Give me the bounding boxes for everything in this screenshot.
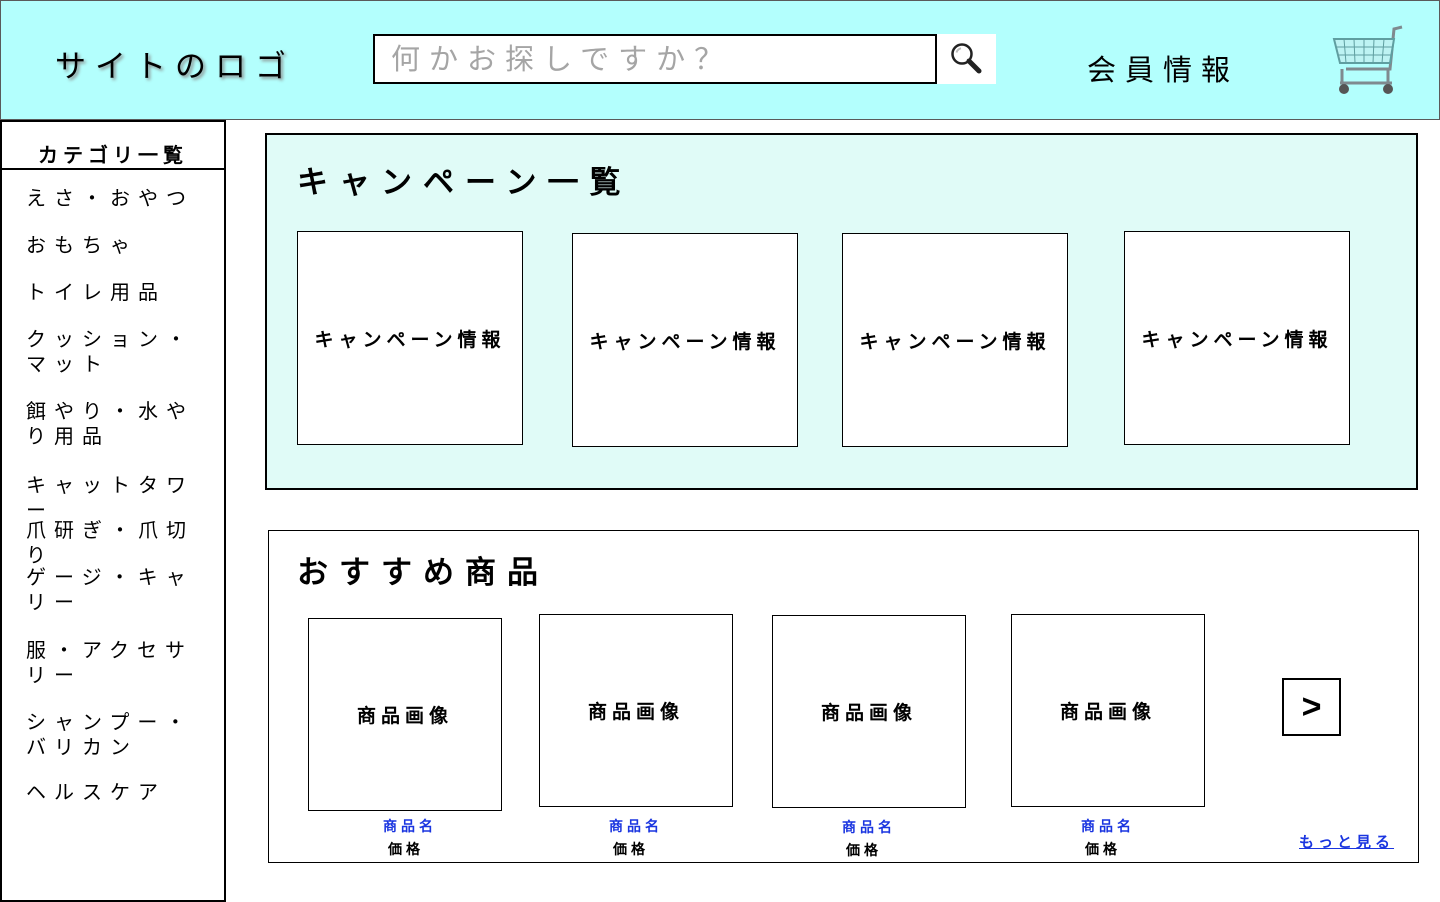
category-item-toilet[interactable]: トイレ用品 bbox=[26, 280, 216, 305]
search-button[interactable] bbox=[935, 34, 996, 84]
site-header: サイトのロゴ 会員情報 bbox=[0, 0, 1440, 120]
search-bar bbox=[373, 34, 996, 84]
category-item-shampoo[interactable]: シャンプー・バリカン bbox=[26, 710, 216, 760]
campaign-card[interactable]: キャンペーン情報 bbox=[297, 231, 523, 445]
product-image[interactable]: 商品画像 bbox=[1011, 614, 1205, 807]
campaign-card[interactable]: キャンペーン情報 bbox=[842, 233, 1068, 447]
campaign-section: キャンペーン一覧 キャンペーン情報 キャンペーン情報 キャンペーン情報 キャンペ… bbox=[265, 133, 1418, 490]
product-price: 価格 bbox=[1085, 842, 1121, 858]
campaign-card[interactable]: キャンペーン情報 bbox=[1124, 231, 1350, 445]
product-name[interactable]: 商品名 bbox=[842, 817, 896, 837]
product-name[interactable]: 商品名 bbox=[383, 816, 437, 836]
category-item-food-treats[interactable]: えさ・おやつ bbox=[26, 186, 216, 211]
magnifier-icon bbox=[951, 43, 982, 74]
category-sidebar: カテゴリ一覧 えさ・おやつ おもちゃ トイレ用品 クッション・マット 餌やり・水… bbox=[0, 120, 226, 902]
product-price: 価格 bbox=[388, 842, 424, 858]
category-list-title: カテゴリ一覧 bbox=[2, 122, 224, 170]
recommended-title: おすすめ商品 bbox=[297, 555, 549, 591]
campaign-title: キャンペーン一覧 bbox=[297, 165, 632, 201]
product-name[interactable]: 商品名 bbox=[609, 816, 663, 836]
recommended-products-section: おすすめ商品 商品画像 商品名 価格 商品画像 商品名 価格 商品画像 商品名 … bbox=[268, 530, 1419, 863]
category-item-clothes[interactable]: 服・アクセサリー bbox=[26, 638, 216, 688]
next-products-button[interactable]: > bbox=[1282, 678, 1341, 736]
shopping-cart-icon[interactable] bbox=[1330, 25, 1406, 97]
category-item-toys[interactable]: おもちゃ bbox=[26, 233, 216, 258]
product-price: 価格 bbox=[613, 842, 649, 858]
category-item-healthcare[interactable]: ヘルスケア bbox=[26, 780, 216, 805]
product-image[interactable]: 商品画像 bbox=[539, 614, 733, 807]
product-price: 価格 bbox=[846, 843, 882, 859]
category-item-feeding[interactable]: 餌やり・水やり用品 bbox=[26, 399, 216, 449]
see-more-link[interactable]: もっと見る bbox=[1299, 831, 1394, 852]
category-item-cat-tower[interactable]: キャットタワー bbox=[26, 473, 216, 523]
search-input[interactable] bbox=[375, 36, 935, 82]
product-image[interactable]: 商品画像 bbox=[772, 615, 966, 808]
campaign-card[interactable]: キャンペーン情報 bbox=[572, 233, 798, 447]
site-logo[interactable]: サイトのロゴ bbox=[55, 41, 295, 86]
member-info-link[interactable]: 会員情報 bbox=[1087, 47, 1239, 89]
category-item-cushion-mat[interactable]: クッション・マット bbox=[26, 327, 216, 377]
category-item-cage-carrier[interactable]: ゲージ・キャリー bbox=[26, 565, 216, 615]
product-name[interactable]: 商品名 bbox=[1081, 816, 1135, 836]
category-item-scratcher[interactable]: 爪研ぎ・爪切り bbox=[26, 518, 216, 568]
product-image[interactable]: 商品画像 bbox=[308, 618, 502, 811]
